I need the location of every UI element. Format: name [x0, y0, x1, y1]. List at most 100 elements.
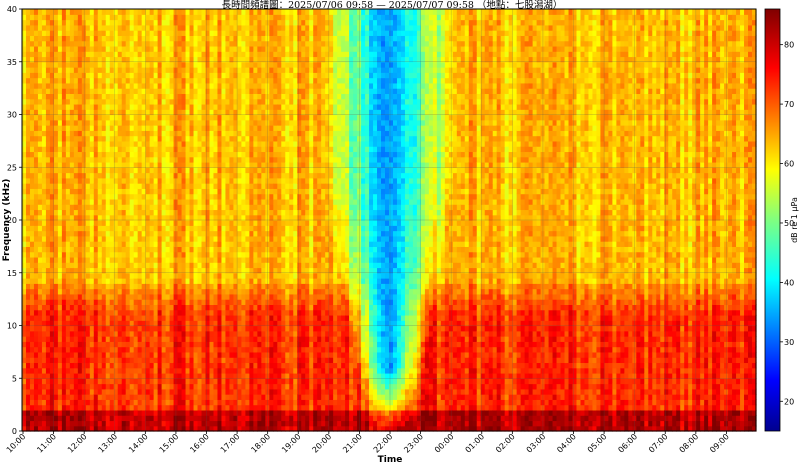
heatmap-cell	[193, 399, 199, 406]
heatmap-cell	[201, 309, 207, 316]
heatmap-cell	[221, 420, 227, 427]
heatmap-cell	[185, 88, 191, 95]
heatmap-cell	[201, 61, 207, 68]
heatmap-cell	[145, 267, 151, 274]
heatmap-cell	[217, 19, 223, 26]
heatmap-cell	[241, 14, 246, 21]
heatmap-cell	[193, 283, 199, 290]
heatmap-cell	[125, 14, 131, 21]
heatmap-cell	[149, 51, 155, 58]
heatmap-cell	[121, 351, 127, 358]
heatmap-cell	[149, 67, 155, 73]
heatmap-cell	[261, 336, 266, 342]
heatmap-cell	[193, 130, 199, 137]
heatmap-cell	[197, 399, 203, 406]
heatmap-cell	[181, 183, 187, 189]
heatmap-cell	[225, 341, 231, 348]
heatmap-cell	[229, 378, 235, 385]
heatmap-cell	[193, 198, 199, 205]
heatmap-cell	[205, 51, 211, 58]
heatmap-cell	[97, 272, 103, 279]
heatmap-cell	[53, 30, 59, 36]
heatmap-cell	[237, 272, 242, 279]
heatmap-cell	[129, 103, 135, 110]
heatmap-cell	[57, 24, 63, 31]
heatmap-cell	[69, 304, 75, 311]
heatmap-cell	[121, 325, 127, 332]
heatmap-cell	[197, 130, 203, 137]
heatmap-cell	[93, 167, 99, 174]
heatmap-cell	[205, 404, 211, 411]
heatmap-cell	[57, 188, 63, 195]
heatmap-cell	[205, 262, 211, 269]
heatmap-cell	[233, 183, 239, 189]
heatmap-cell	[249, 98, 254, 105]
heatmap-cell	[245, 151, 250, 158]
heatmap-cell	[245, 51, 250, 58]
heatmap-cell	[73, 61, 79, 68]
heatmap-cell	[57, 93, 63, 100]
heatmap-cell	[225, 314, 231, 321]
heatmap-cell	[145, 346, 151, 353]
heatmap-cell	[233, 198, 239, 205]
heatmap-cell	[201, 262, 207, 269]
heatmap-cell	[221, 167, 227, 174]
heatmap-cell	[125, 114, 131, 121]
heatmap-cell	[141, 309, 147, 316]
heatmap-cell	[229, 77, 235, 84]
heatmap-cell	[209, 225, 215, 232]
heatmap-cell	[261, 161, 266, 168]
heatmap-cell	[129, 130, 135, 137]
heatmap-cell	[45, 77, 51, 84]
heatmap-cell	[225, 336, 231, 342]
heatmap-cell	[245, 24, 250, 31]
heatmap-cell	[241, 351, 246, 358]
heatmap-cell	[65, 156, 71, 163]
heatmap-cell	[249, 24, 254, 31]
heatmap-cell	[213, 367, 219, 374]
heatmap-cell	[181, 256, 187, 263]
heatmap-cell	[101, 320, 107, 327]
heatmap-cell	[25, 288, 31, 295]
heatmap-cell	[37, 82, 43, 89]
heatmap-cell	[37, 125, 43, 131]
heatmap-cell	[85, 341, 91, 348]
heatmap-cell	[113, 241, 119, 247]
heatmap-cell	[69, 399, 75, 406]
heatmap-cell	[129, 167, 135, 174]
heatmap-cell	[161, 415, 167, 422]
heatmap-cell	[149, 388, 155, 395]
heatmap-cell	[245, 9, 250, 15]
heatmap-cell	[189, 82, 195, 89]
heatmap-cell	[53, 151, 59, 158]
heatmap-cell	[137, 183, 143, 189]
heatmap-cell	[197, 230, 203, 237]
heatmap-cell	[25, 399, 31, 406]
heatmap-cell	[61, 109, 67, 116]
heatmap-cell	[73, 246, 79, 253]
heatmap-cell	[33, 19, 39, 26]
heatmap-cell	[209, 188, 215, 195]
heatmap-cell	[221, 130, 227, 137]
heatmap-cell	[177, 288, 183, 295]
heatmap-cell	[133, 103, 139, 110]
heatmap-cell	[45, 146, 51, 153]
heatmap-cell	[205, 209, 211, 216]
heatmap-cell	[89, 320, 95, 327]
heatmap-cell	[181, 82, 187, 89]
heatmap-cell	[93, 140, 99, 147]
heatmap-cell	[225, 235, 231, 242]
heatmap-cell	[41, 346, 47, 353]
heatmap-cell	[53, 193, 59, 200]
heatmap-cell	[97, 399, 103, 406]
heatmap-cell	[201, 172, 207, 179]
heatmap-cell	[201, 420, 207, 427]
heatmap-cell	[125, 267, 131, 274]
heatmap-cell	[125, 293, 131, 300]
heatmap-cell	[217, 167, 223, 174]
heatmap-cell	[209, 177, 215, 184]
heatmap-cell	[29, 51, 35, 58]
heatmap-cell	[221, 267, 227, 274]
heatmap-cell	[197, 156, 203, 163]
heatmap-cell	[85, 188, 91, 195]
